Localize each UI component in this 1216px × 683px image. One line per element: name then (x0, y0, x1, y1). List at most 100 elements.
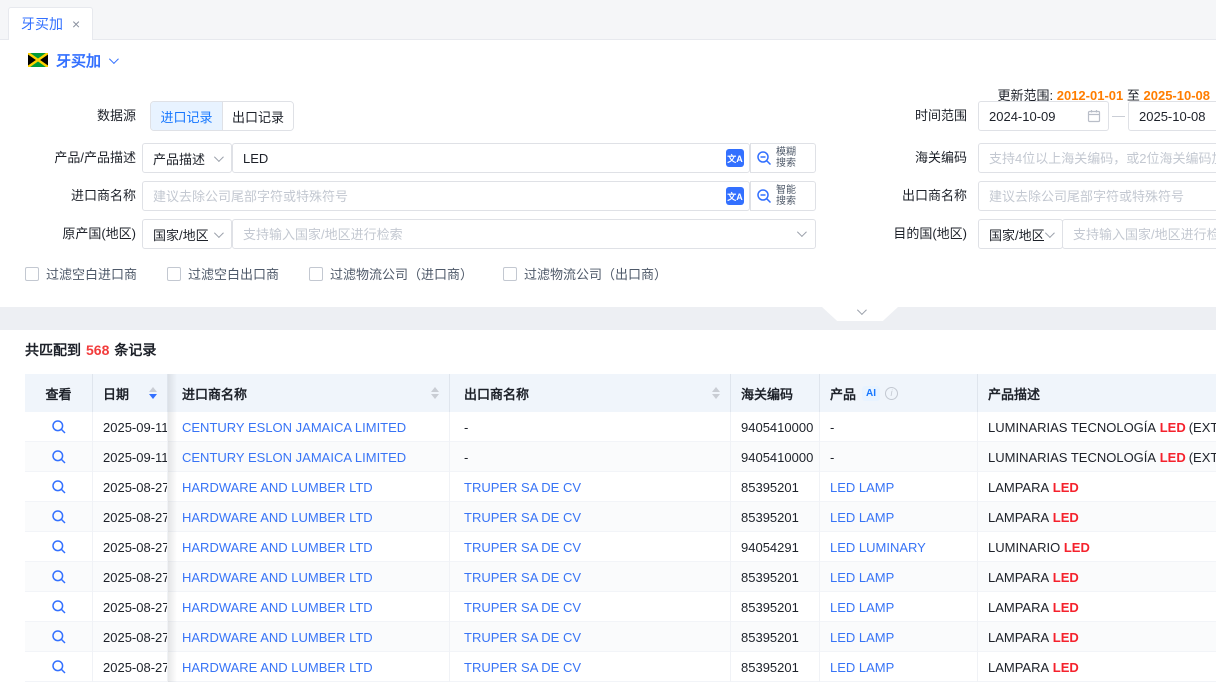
cell-exporter[interactable]: TRUPER SA DE CV (450, 562, 731, 592)
checkbox-icon[interactable] (503, 267, 517, 281)
date-end-input[interactable] (1128, 101, 1216, 131)
cell-product[interactable]: LED LAMP (820, 562, 978, 592)
cell-exporter[interactable]: TRUPER SA DE CV (450, 472, 731, 502)
hs-code-input[interactable] (978, 143, 1216, 173)
product-input[interactable] (232, 143, 750, 173)
smart-search-button[interactable]: 智能 搜索 (750, 181, 816, 211)
filter-checkbox[interactable]: 过滤空白出口商 (167, 264, 279, 283)
ai-badge: AI (862, 386, 880, 401)
origin-type-value: 国家/地区 (153, 225, 209, 244)
translate-icon[interactable]: 文A (726, 187, 744, 205)
cell-importer[interactable]: CENTURY ESLON JAMAICA LIMITED (168, 442, 450, 472)
summary-suffix: 条记录 (114, 342, 156, 358)
view-detail-icon[interactable] (51, 599, 67, 615)
export-records-tab[interactable]: 出口记录 (222, 102, 293, 130)
desc-pre: LUMINARIO (988, 540, 1060, 555)
cell-exporter: - (450, 442, 731, 472)
search-icon (756, 188, 773, 205)
chevron-down-icon[interactable] (109, 54, 119, 64)
view-cell[interactable] (25, 502, 93, 532)
cell-importer[interactable]: HARDWARE AND LUMBER LTD (168, 622, 450, 652)
view-detail-icon[interactable] (51, 569, 67, 585)
cell-description: LAMPARA LED (978, 502, 1216, 532)
cell-product[interactable]: LED LAMP (820, 502, 978, 532)
destination-input[interactable] (1062, 219, 1216, 249)
sort-icon[interactable] (423, 387, 439, 399)
cell-exporter[interactable]: TRUPER SA DE CV (450, 652, 731, 682)
destination-field (1062, 219, 1216, 249)
col-date[interactable]: 日期 (93, 374, 168, 412)
cell-exporter[interactable]: TRUPER SA DE CV (450, 622, 731, 652)
view-detail-icon[interactable] (51, 479, 67, 495)
filter-checkbox[interactable]: 过滤空白进口商 (25, 264, 137, 283)
table-row: 2025-08-27 HARDWARE AND LUMBER LTD TRUPE… (25, 562, 1216, 592)
cell-importer[interactable]: CENTURY ESLON JAMAICA LIMITED (168, 412, 450, 442)
cell-importer[interactable]: HARDWARE AND LUMBER LTD (168, 472, 450, 502)
view-cell[interactable] (25, 652, 93, 682)
date-range-separator: — (1112, 101, 1124, 131)
view-detail-icon[interactable] (51, 659, 67, 675)
country-header[interactable]: 牙买加 (28, 50, 116, 70)
cell-exporter[interactable]: TRUPER SA DE CV (450, 502, 731, 532)
view-detail-icon[interactable] (51, 539, 67, 555)
col-importer[interactable]: 进口商名称 (168, 374, 450, 412)
filter-checkbox[interactable]: 过滤物流公司（出口商） (503, 264, 667, 283)
cell-importer[interactable]: HARDWARE AND LUMBER LTD (168, 562, 450, 592)
cell-importer[interactable]: HARDWARE AND LUMBER LTD (168, 652, 450, 682)
cell-hs: 85395201 (731, 502, 820, 532)
fuzzy-search-button[interactable]: 模糊 搜索 (750, 143, 816, 173)
view-cell[interactable] (25, 442, 93, 472)
view-cell[interactable] (25, 532, 93, 562)
info-icon[interactable]: i (885, 387, 898, 400)
date-end-field (1128, 101, 1216, 131)
product-type-select[interactable]: 产品描述 (142, 143, 232, 173)
destination-type-select[interactable]: 国家/地区 (978, 219, 1063, 249)
close-icon[interactable]: × (72, 17, 80, 31)
cell-exporter[interactable]: TRUPER SA DE CV (450, 592, 731, 622)
origin-type-select[interactable]: 国家/地区 (142, 219, 232, 249)
cell-hs: 85395201 (731, 592, 820, 622)
checkbox-icon[interactable] (25, 267, 39, 281)
filter-checkbox[interactable]: 过滤物流公司（进口商） (309, 264, 473, 283)
cell-exporter[interactable]: TRUPER SA DE CV (450, 532, 731, 562)
desc-pre: LAMPARA (988, 600, 1049, 615)
sort-icon[interactable] (704, 387, 720, 399)
exporter-input[interactable] (978, 181, 1216, 211)
translate-icon[interactable]: 文A (726, 149, 744, 167)
view-detail-icon[interactable] (51, 419, 67, 435)
checkbox-icon[interactable] (167, 267, 181, 281)
cell-product[interactable]: LED LAMP (820, 622, 978, 652)
tab-jamaica[interactable]: 牙买加 × (8, 7, 93, 40)
checkbox-label: 过滤空白出口商 (188, 264, 279, 283)
cell-date: 2025-08-27 (93, 472, 168, 502)
view-cell[interactable] (25, 472, 93, 502)
view-cell[interactable] (25, 412, 93, 442)
col-exporter[interactable]: 出口商名称 (450, 374, 731, 412)
view-cell[interactable] (25, 622, 93, 652)
table-header: 查看 日期 进口商名称 出口商名称 海关编码 产品 AI i 产品描述 (25, 374, 1216, 412)
sort-icon[interactable] (141, 387, 157, 399)
import-records-tab[interactable]: 进口记录 (151, 102, 222, 130)
calendar-icon (1087, 109, 1101, 123)
table-row: 2025-09-11 CENTURY ESLON JAMAICA LIMITED… (25, 442, 1216, 472)
view-detail-icon[interactable] (51, 449, 67, 465)
cell-hs: 85395201 (731, 562, 820, 592)
view-detail-icon[interactable] (51, 509, 67, 525)
cell-description: LUMINARIAS TECNOLOGÍA LED(EXT... (978, 442, 1216, 472)
country-title: 牙买加 (56, 50, 101, 71)
cell-importer[interactable]: HARDWARE AND LUMBER LTD (168, 532, 450, 562)
origin-input[interactable] (232, 219, 816, 249)
cell-product[interactable]: LED LUMINARY (820, 532, 978, 562)
view-cell[interactable] (25, 562, 93, 592)
view-detail-icon[interactable] (51, 629, 67, 645)
cell-importer[interactable]: HARDWARE AND LUMBER LTD (168, 592, 450, 622)
checkbox-icon[interactable] (309, 267, 323, 281)
cell-product[interactable]: LED LAMP (820, 592, 978, 622)
cell-product[interactable]: LED LAMP (820, 652, 978, 682)
desc-highlight: LED (1053, 630, 1079, 645)
cell-exporter: - (450, 412, 731, 442)
cell-product[interactable]: LED LAMP (820, 472, 978, 502)
cell-importer[interactable]: HARDWARE AND LUMBER LTD (168, 502, 450, 532)
importer-input[interactable] (142, 181, 750, 211)
view-cell[interactable] (25, 592, 93, 622)
